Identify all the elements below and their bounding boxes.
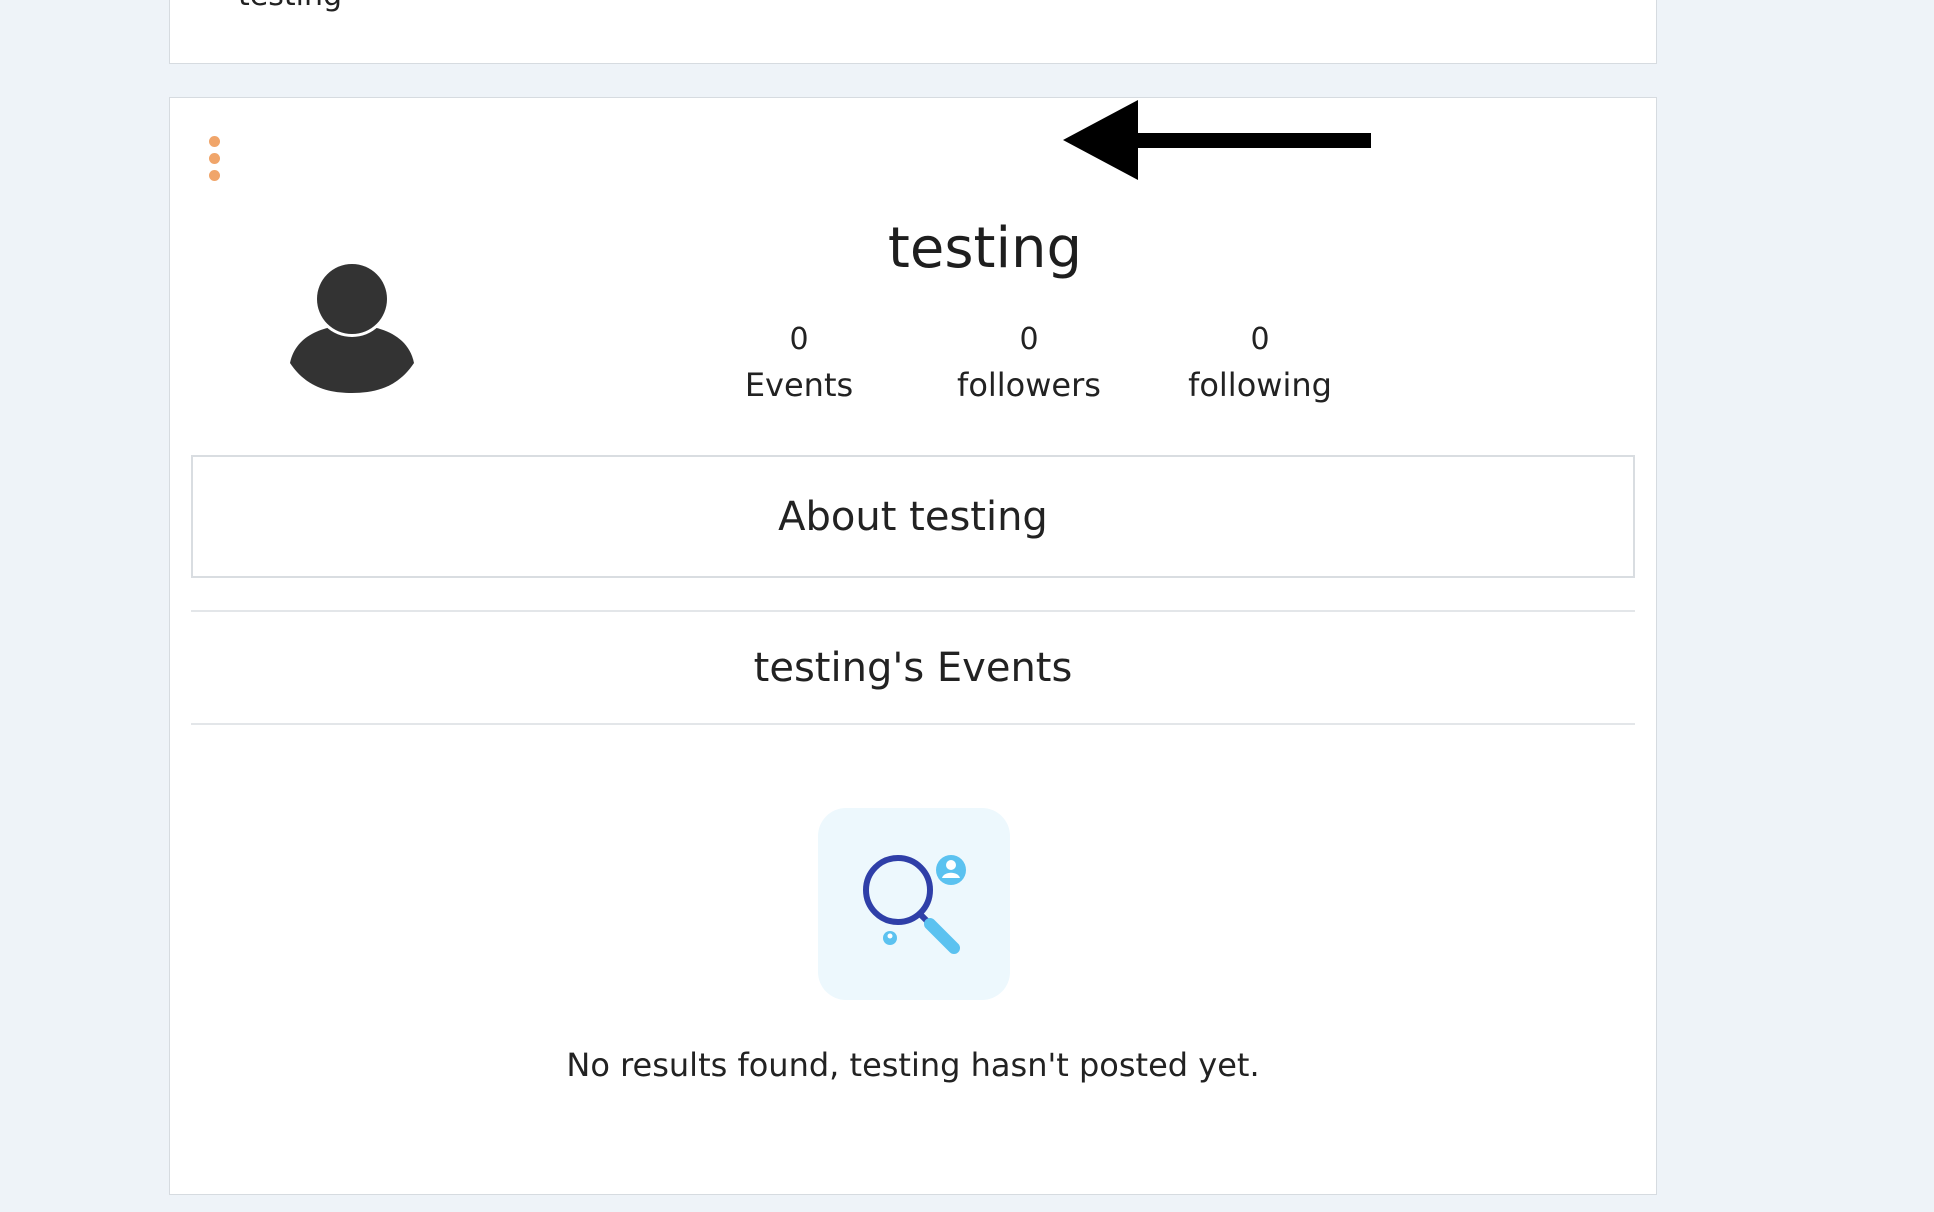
about-button[interactable]: About testing [191,455,1635,578]
user-silhouette-icon [290,261,414,393]
previous-profile-card: testing [169,0,1657,64]
avatar [288,261,416,393]
previous-profile-name[interactable]: testing [238,0,342,11]
stat-following[interactable]: 0 following [1160,320,1360,410]
followers-label: followers [957,366,1101,404]
left-arrow-icon [1063,100,1371,180]
following-label: following [1188,366,1332,404]
events-label: Events [744,366,854,404]
stat-events[interactable]: 0 Events [699,320,899,410]
events-heading: testing's Events [753,644,1073,691]
followers-count: 0 [1019,322,1039,357]
magnifier-search-icon [863,855,966,954]
profile-name: testing [887,216,1083,281]
kebab-menu-icon[interactable] [204,136,226,186]
stat-followers[interactable]: 0 followers [929,320,1129,410]
empty-state-message: No results found, testing hasn't posted … [566,1046,1260,1084]
following-count: 0 [1250,322,1270,357]
events-section-header: testing's Events [191,610,1635,725]
events-count: 0 [789,322,809,357]
profile-card: testing 0 Events 0 followers 0 following… [169,97,1657,1195]
empty-state-illustration [818,808,1010,1000]
